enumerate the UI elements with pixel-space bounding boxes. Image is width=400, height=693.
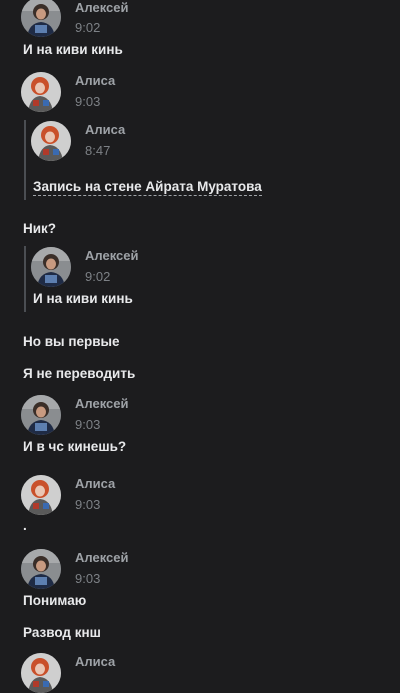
avatar-alexey-icon [21, 395, 61, 435]
message-time[interactable]: 9:03 [75, 497, 100, 513]
forward-bar [24, 120, 26, 200]
avatar-alexey[interactable] [21, 0, 61, 37]
avatar-alexey[interactable] [21, 549, 61, 589]
reply-text: И на киви кинь [33, 291, 133, 306]
author-name[interactable]: Алексей [75, 550, 129, 566]
avatar-alexey-icon [21, 549, 61, 589]
message-text: Развод кнш [23, 625, 101, 640]
wall-post-link[interactable]: Запись на стене Айрата Муратова [33, 179, 262, 196]
message-time[interactable]: 9:02 [75, 20, 100, 36]
forwarded-author[interactable]: Алиса [85, 122, 125, 138]
avatar-alexey[interactable] [31, 247, 71, 287]
message-time[interactable]: 9:03 [75, 571, 100, 587]
avatar-alisa-icon [31, 121, 71, 161]
author-name[interactable]: Алексей [75, 396, 129, 412]
reply-bar [24, 246, 26, 312]
author-name[interactable]: Алиса [75, 654, 115, 670]
author-name[interactable]: Алексей [75, 0, 129, 16]
forwarded-time[interactable]: 8:47 [85, 143, 110, 159]
message-text: И на киви кинь [23, 42, 123, 57]
author-name[interactable]: Алиса [75, 73, 115, 89]
author-name[interactable]: Алиса [75, 476, 115, 492]
message-time[interactable]: 9:03 [75, 94, 100, 110]
avatar-alisa[interactable] [21, 653, 61, 693]
reply-time[interactable]: 9:02 [85, 269, 110, 285]
message-text: Ник? [23, 221, 57, 236]
message-text: Я не переводить [23, 366, 136, 381]
message-text: Но вы первые [23, 334, 120, 349]
avatar-alisa-icon [21, 653, 61, 693]
avatar-alisa[interactable] [21, 475, 61, 515]
avatar-alisa[interactable] [31, 121, 71, 161]
message-text: Понимаю [23, 593, 87, 608]
message-feed: Алексей 9:02 И на киви кинь Алиса 9:03 А… [0, 0, 400, 693]
message-text: . [23, 518, 27, 533]
avatar-alisa-icon [21, 72, 61, 112]
avatar-alisa[interactable] [21, 72, 61, 112]
avatar-alisa-icon [21, 475, 61, 515]
message-text: И в чс кинешь? [23, 439, 127, 454]
avatar-alexey-icon [21, 0, 61, 37]
avatar-alexey-icon [31, 247, 71, 287]
avatar-alexey[interactable] [21, 395, 61, 435]
message-time[interactable]: 9:03 [75, 417, 100, 433]
reply-author[interactable]: Алексей [85, 248, 139, 264]
